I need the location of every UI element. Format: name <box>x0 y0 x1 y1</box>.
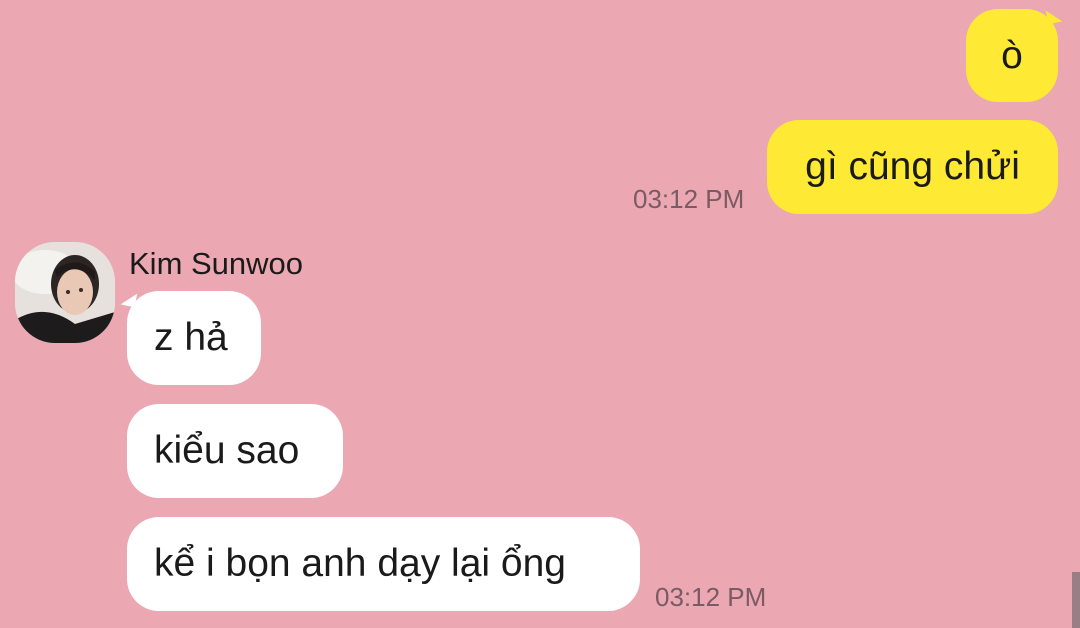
message-text: gì cũng chửi <box>805 145 1020 188</box>
bubble-tail <box>1045 7 1063 25</box>
contact-avatar[interactable] <box>15 242 115 343</box>
profile-photo-icon <box>15 242 115 343</box>
message-timestamp: 03:12 PM <box>633 184 745 214</box>
message-text: kể i bọn anh dạy lại ổng <box>154 542 566 585</box>
message-timestamp: 03:12 PM <box>655 582 767 612</box>
message-text: kiểu sao <box>154 429 300 472</box>
contact-name: Kim Sunwoo <box>129 246 304 281</box>
message-text: z hả <box>154 316 228 359</box>
incoming-message-bubble[interactable]: z hả <box>127 291 261 385</box>
incoming-message-bubble[interactable]: kể i bọn anh dạy lại ổng <box>127 517 640 611</box>
scrollbar-thumb[interactable] <box>1072 572 1080 628</box>
message-text: ò <box>1001 33 1023 77</box>
outgoing-message-bubble[interactable]: ò <box>966 9 1058 102</box>
outgoing-message-bubble[interactable]: gì cũng chửi <box>767 120 1058 214</box>
incoming-message-bubble[interactable]: kiểu sao <box>127 404 343 498</box>
